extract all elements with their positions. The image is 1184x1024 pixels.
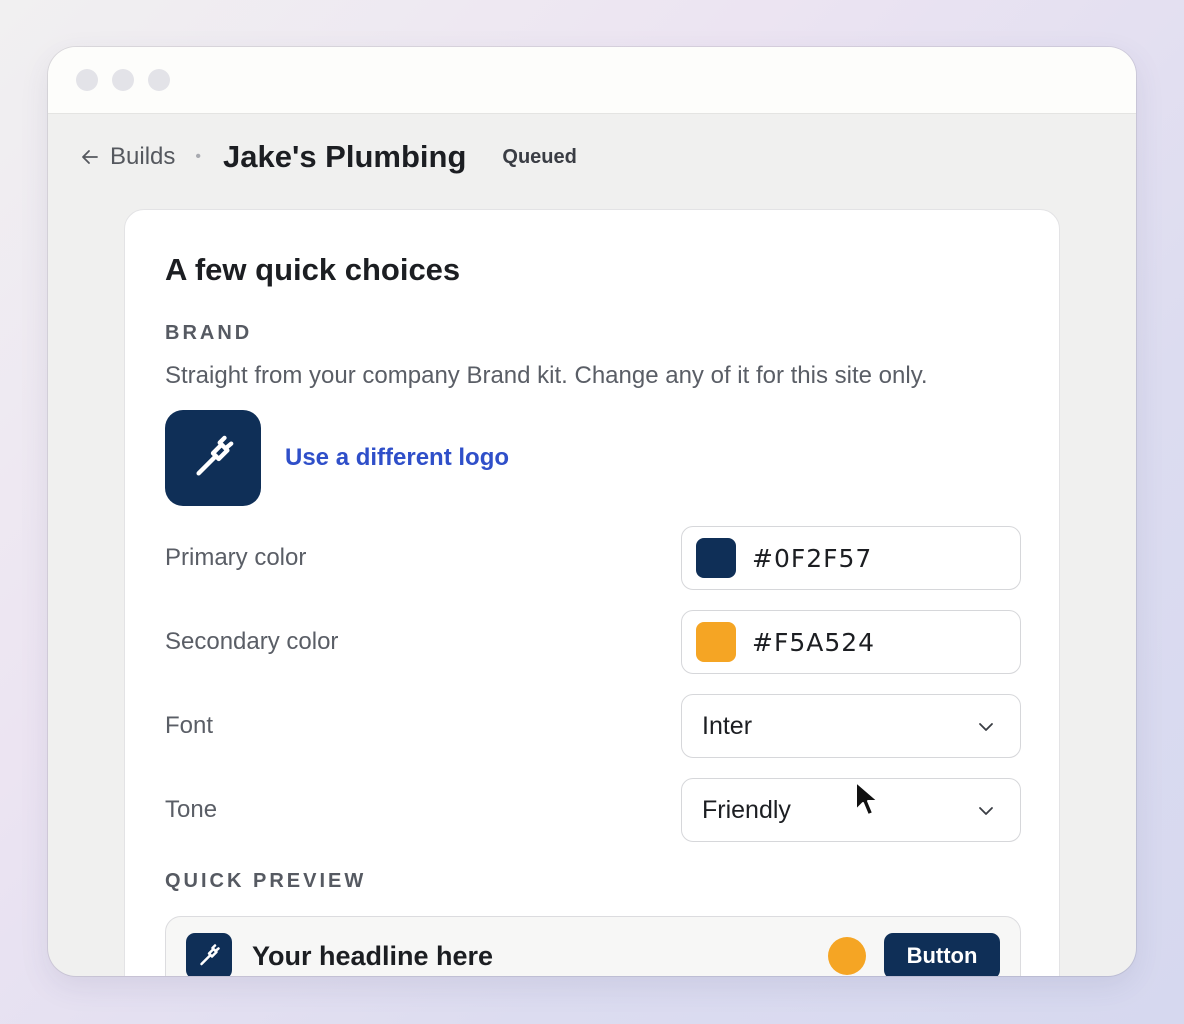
window-maximize-dot[interactable] [148, 69, 170, 91]
primary-color-value: #0F2F57 [752, 543, 873, 573]
back-to-builds-link[interactable]: Builds [80, 143, 175, 171]
font-select-value: Inter [702, 711, 753, 740]
brand-logo [165, 410, 261, 506]
preview-secondary-dot [828, 937, 866, 975]
brand-section-label: BRAND [165, 322, 253, 344]
primary-color-swatch[interactable] [696, 538, 736, 578]
back-label: Builds [110, 143, 176, 170]
tone-select-value: Friendly [702, 795, 791, 824]
card-title: A few quick choices [165, 252, 461, 287]
preview-headline: Your headline here [252, 941, 494, 971]
primary-color-label: Primary color [165, 544, 307, 571]
secondary-color-value: #F5A524 [752, 627, 876, 657]
tone-label: Tone [165, 796, 218, 823]
choices-card: A few quick choices BRAND Straight from … [124, 209, 1060, 976]
preview-logo [186, 933, 232, 976]
breadcrumb: Builds • Jake's Plumbing Queued [48, 114, 1136, 200]
quick-preview-label: QUICK PREVIEW [165, 870, 367, 892]
app-window: Builds • Jake's Plumbing Queued A few qu… [48, 47, 1136, 976]
window-close-dot[interactable] [76, 69, 98, 91]
font-label: Font [165, 712, 214, 739]
secondary-color-label: Secondary color [165, 628, 339, 655]
chevron-down-icon [979, 723, 993, 731]
brand-description: Straight from your company Brand kit. Ch… [165, 362, 928, 389]
preview-button[interactable]: Button [884, 933, 1000, 976]
primary-color-input[interactable]: #0F2F57 [681, 526, 1021, 590]
arrow-left-icon [82, 150, 98, 164]
title-bar [48, 47, 1136, 114]
font-select[interactable]: Inter [681, 694, 1021, 758]
secondary-color-swatch[interactable] [696, 622, 736, 662]
use-different-logo-link[interactable]: Use a different logo [285, 444, 509, 472]
wrench-icon [200, 944, 220, 966]
mouse-pointer-icon [855, 781, 879, 816]
tone-select[interactable]: Friendly [681, 778, 1021, 842]
secondary-color-input[interactable]: #F5A524 [681, 610, 1021, 674]
breadcrumb-separator: • [195, 148, 201, 165]
wrench-icon [196, 435, 234, 476]
quick-preview: Your headline here Button [165, 916, 1021, 976]
window-minimize-dot[interactable] [112, 69, 134, 91]
status-badge: Queued [502, 145, 577, 168]
chevron-down-icon [979, 807, 993, 815]
page-title: Jake's Plumbing [222, 139, 467, 174]
